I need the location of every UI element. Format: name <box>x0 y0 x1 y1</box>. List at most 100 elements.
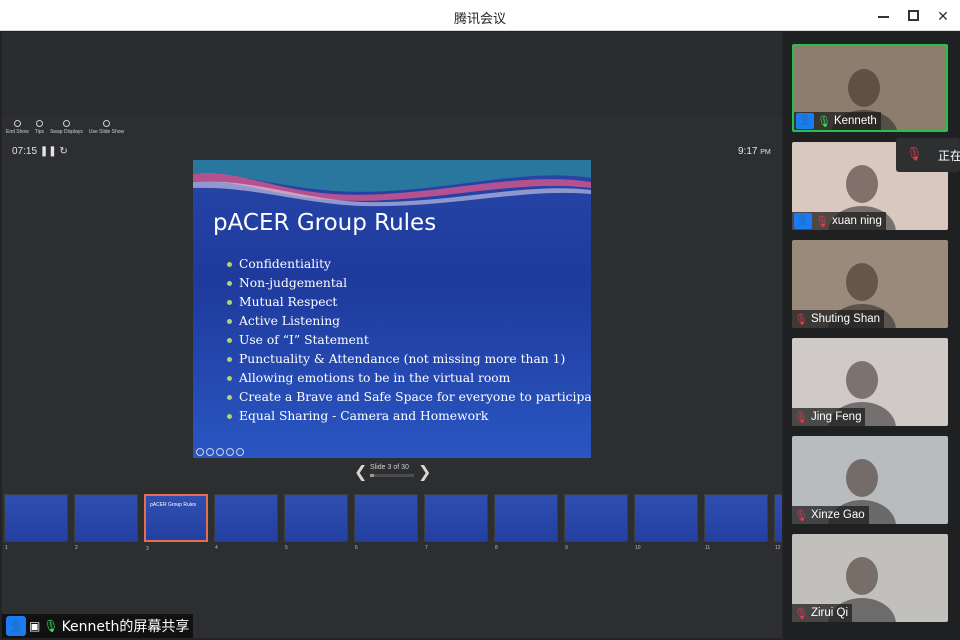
slide-navigator: ❮ Slide 3 of 30 ❯ <box>352 460 432 484</box>
microphone-muted-icon: 🎙 <box>794 313 808 326</box>
reset-icon[interactable]: ↻ <box>59 146 67 157</box>
participant-tile[interactable]: 🎙 Shuting Shan <box>792 240 948 328</box>
tencent-meeting-window: 腾讯会议 ✕ End Show Tips Swap Displays Use S… <box>0 0 960 640</box>
slide-thumbnail[interactable]: 11 <box>704 494 768 551</box>
maximize-icon <box>908 10 919 21</box>
speaking-popup: 🎙 正在 <box>896 138 960 172</box>
participant-name-tag: 🎙 Xinze Gao <box>792 506 869 524</box>
person-icon: 👤 <box>6 616 26 636</box>
microphone-muted-icon: 🎙 <box>906 146 923 161</box>
slide-progress-fill <box>370 474 375 477</box>
slide-thumbnail[interactable]: 12 <box>774 494 782 551</box>
slide-bullet: Equal Sharing - Camera and Homework <box>227 407 591 426</box>
thumbnail-number: 6 <box>355 545 358 551</box>
thumbnail-number: 8 <box>495 545 498 551</box>
participant-name-tag: 👤 🎙 Kenneth <box>794 112 881 130</box>
participant-name: xuan ning <box>831 215 882 227</box>
slide-wave-decoration <box>193 160 591 207</box>
thumbnail-number: 10 <box>635 545 641 551</box>
screen-share-label: 👤 ▣ 🎙 Kenneth的屏幕共享 <box>2 614 194 638</box>
thumbnail-number: 4 <box>215 545 218 551</box>
use-slide-show-button[interactable]: Use Slide Show <box>89 120 124 142</box>
slide-bullet: Use of “I” Statement <box>227 331 591 350</box>
slide-thumbnail[interactable]: 1 <box>4 494 68 551</box>
slide-thumbnail[interactable]: 10 <box>634 494 698 551</box>
window-title: 腾讯会议 <box>453 12 506 27</box>
slide-thumbnail[interactable]: pACER Group Rules 3 <box>144 494 208 552</box>
participant-gallery: 👤 🎙 Kenneth 👤 🎙 xuan ning 🎙 Shuting Shan 🎙 Jing F… <box>784 32 960 640</box>
thumbnail-number: 11 <box>705 545 711 551</box>
participant-name-tag: 👤 🎙 xuan ning <box>792 212 886 230</box>
back-icon[interactable] <box>196 448 204 456</box>
slide-bullet: Create a Brave and Safe Space for everyo… <box>227 388 591 407</box>
share-top-region <box>2 32 782 116</box>
menu-icon[interactable] <box>226 448 234 456</box>
thumbnail-number: 5 <box>285 545 288 551</box>
participant-name-tag: 🎙 Jing Feng <box>792 408 866 426</box>
slide-thumbnail[interactable]: 8 <box>494 494 558 551</box>
slide-show-icon <box>103 120 110 127</box>
thumbnail-number: 2 <box>75 545 78 551</box>
participant-tile[interactable]: 🎙 Jing Feng <box>792 338 948 426</box>
thumbnail-title: pACER Group Rules <box>150 502 197 508</box>
participant-name-tag: 🎙 Zirui Qi <box>792 604 853 622</box>
clock: 9:17 PM <box>738 146 771 157</box>
previous-slide-icon[interactable]: ❮ <box>354 462 367 482</box>
slide-bullet: Mutual Respect <box>227 293 591 312</box>
title-bar: 腾讯会议 ✕ <box>0 0 960 31</box>
participant-tile[interactable]: 🎙 Zirui Qi <box>792 534 948 622</box>
slide-thumbnail[interactable]: 5 <box>284 494 348 551</box>
zoom-icon[interactable] <box>216 448 224 456</box>
pause-icon[interactable]: ❚❚ <box>40 146 57 157</box>
microphone-muted-icon: 🎙 <box>794 411 808 424</box>
slide-bullet: Allowing emotions to be in the virtual r… <box>227 369 591 388</box>
next-slide-icon[interactable]: ❯ <box>418 462 431 482</box>
tips-button[interactable]: Tips <box>35 120 44 142</box>
end-show-button[interactable]: End Show <box>6 120 29 142</box>
maximize-button[interactable] <box>902 6 924 26</box>
slide-thumbnail[interactable]: 4 <box>214 494 278 551</box>
participant-name-tag: 🎙 Shuting Shan <box>792 310 885 328</box>
participant-tile[interactable]: 🎙 Xinze Gao <box>792 436 948 524</box>
microphone-muted-icon: 🎙 <box>815 215 829 228</box>
participant-name: Jing Feng <box>810 411 862 423</box>
tips-icon <box>35 120 43 127</box>
slide-counter: Slide 3 of 30 <box>370 464 409 471</box>
slide-thumbnail[interactable]: 9 <box>564 494 628 551</box>
pen-icon[interactable] <box>206 448 214 456</box>
thumbnail-number: 7 <box>425 545 428 551</box>
swap-displays-button[interactable]: Swap Displays <box>50 120 83 142</box>
slide-thumbnail[interactable]: 7 <box>424 494 488 551</box>
slide-bullets: Confidentiality Non-judgemental Mutual R… <box>227 255 591 426</box>
forward-icon[interactable] <box>236 448 244 456</box>
slide-bullet: Punctuality & Attendance (not missing mo… <box>227 350 591 369</box>
participant-tile[interactable]: 👤 🎙 Kenneth <box>792 44 948 132</box>
thumbnail-number: 1 <box>5 545 8 551</box>
swap-icon <box>62 120 70 127</box>
minimize-button[interactable] <box>872 6 894 26</box>
host-icon: 👤 <box>796 113 814 129</box>
screen-share-icon: ▣ <box>29 619 41 633</box>
slide-bullet: Active Listening <box>227 312 591 331</box>
slide-thumbnail[interactable]: 6 <box>354 494 418 551</box>
microphone-icon: 🎙 <box>43 619 59 633</box>
microphone-icon: 🎙 <box>817 115 831 128</box>
end-show-icon <box>13 120 21 127</box>
slide-bullet: Non-judgemental <box>227 274 591 293</box>
minimize-icon <box>878 16 889 18</box>
presenter-view: End Show Tips Swap Displays Use Slide Sh… <box>2 116 782 638</box>
participant-name: Shuting Shan <box>810 313 881 325</box>
thumbnail-number: 9 <box>565 545 568 551</box>
presenter-toolbar: End Show Tips Swap Displays Use Slide Sh… <box>6 120 124 142</box>
thumbnail-number: 3 <box>146 546 149 552</box>
microphone-muted-icon: 🎙 <box>794 509 808 522</box>
slide-bullet: Confidentiality <box>227 255 591 274</box>
close-button[interactable]: ✕ <box>932 6 954 26</box>
screen-share-area: End Show Tips Swap Displays Use Slide Sh… <box>2 32 782 638</box>
microphone-muted-icon: 🎙 <box>794 607 808 620</box>
slide-mini-tools <box>196 448 244 456</box>
slide-thumbnail[interactable]: 2 <box>74 494 138 551</box>
slide-title: pACER Group Rules <box>213 210 437 236</box>
host-icon: 👤 <box>794 213 812 229</box>
participant-name: Xinze Gao <box>810 509 865 521</box>
